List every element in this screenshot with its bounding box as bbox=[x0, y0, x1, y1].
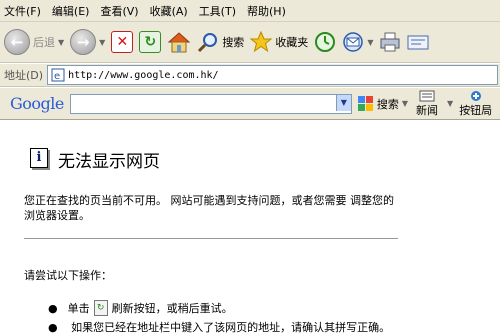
google-toolbar: Google ▼ 搜索 ▼ 新闻 ▼ 按钮局 bbox=[0, 88, 500, 120]
bullet: ● bbox=[48, 301, 58, 315]
page-icon: e bbox=[51, 68, 65, 82]
news-icon bbox=[419, 90, 435, 101]
forward-arrow-icon: → bbox=[70, 29, 97, 55]
google-buttons-button[interactable]: 按钮局 bbox=[459, 90, 492, 118]
address-input[interactable]: e http://www.google.com.hk/ bbox=[47, 65, 498, 85]
google-news-button[interactable]: 新闻 bbox=[416, 90, 438, 118]
menu-bar: 文件(F) 编辑(E) 查看(V) 收藏(A) 工具(T) 帮助(H) bbox=[0, 0, 500, 22]
list-item: ● 单击 ↻ 刷新按钮，或稍后重试。 bbox=[48, 300, 233, 316]
menu-favorites[interactable]: 收藏(A) bbox=[150, 3, 188, 19]
google-search-button[interactable]: 搜索 ▼ bbox=[357, 95, 408, 112]
toolbar: ← 后退 ▼ → ▼ ✕ ↻ 搜索 收藏夹 ▼ bbox=[0, 22, 500, 63]
history-button[interactable] bbox=[314, 31, 336, 53]
google-buttons-label: 按钮局 bbox=[459, 103, 493, 117]
forward-dropdown-icon[interactable]: ▼ bbox=[99, 38, 105, 47]
try-label: 请尝试以下操作： bbox=[24, 269, 112, 282]
menu-edit[interactable]: 编辑(E) bbox=[52, 3, 90, 19]
google-search-input[interactable]: ▼ bbox=[69, 93, 352, 114]
address-url: http://www.google.com.hk/ bbox=[68, 69, 219, 81]
edit-button[interactable] bbox=[407, 31, 429, 53]
refresh-icon: ↻ bbox=[139, 31, 162, 53]
home-icon bbox=[168, 32, 191, 53]
address-bar: 地址(D) e http://www.google.com.hk/ bbox=[0, 64, 500, 87]
star-icon bbox=[250, 31, 273, 53]
address-label: 地址(D) bbox=[4, 69, 44, 82]
mail-button[interactable]: ▼ bbox=[342, 31, 373, 53]
back-label: 后退 bbox=[33, 36, 55, 49]
forward-button[interactable]: → ▼ bbox=[70, 29, 105, 55]
google-search-dropdown-icon[interactable]: ▼ bbox=[335, 94, 351, 111]
error-page: i 无法显示网页 您正在查找的页当前不可用。 网站可能遇到支持问题，或者您需要 … bbox=[0, 121, 500, 334]
refresh-small-icon: ↻ bbox=[93, 300, 108, 316]
home-button[interactable] bbox=[167, 31, 191, 53]
back-arrow-icon: ← bbox=[4, 29, 30, 55]
news-dropdown-icon[interactable]: ▼ bbox=[447, 99, 453, 108]
menu-file[interactable]: 文件(F) bbox=[4, 3, 41, 19]
google-search-label: 搜索 bbox=[376, 97, 399, 111]
menu-help[interactable]: 帮助(H) bbox=[247, 3, 286, 19]
refresh-button[interactable]: ↻ bbox=[139, 31, 162, 53]
google-news-label: 新闻 bbox=[416, 103, 439, 117]
error-description: 您正在查找的页当前不可用。 网站可能遇到支持问题，或者您需要 调整您的浏览器设置… bbox=[24, 194, 394, 222]
back-button[interactable]: ← 后退 ▼ bbox=[4, 29, 64, 55]
stop-button[interactable]: ✕ bbox=[111, 31, 134, 53]
mail-icon bbox=[343, 32, 364, 52]
favorites-label: 收藏夹 bbox=[275, 36, 309, 49]
edit-icon bbox=[407, 35, 429, 50]
favorites-button[interactable]: 收藏夹 bbox=[250, 31, 308, 53]
list-item-suffix: 刷新按钮，或稍后重试。 bbox=[111, 302, 233, 315]
history-icon bbox=[315, 32, 336, 52]
stop-icon: ✕ bbox=[111, 31, 134, 53]
print-button[interactable] bbox=[379, 31, 401, 53]
add-button-icon bbox=[470, 90, 481, 101]
search-icon bbox=[198, 33, 218, 53]
mail-dropdown-icon[interactable]: ▼ bbox=[367, 38, 373, 47]
google-logo[interactable]: Google bbox=[10, 94, 64, 113]
list-item-prefix: 单击 bbox=[67, 302, 90, 315]
google-search-dropdown-arrow-icon[interactable]: ▼ bbox=[402, 99, 408, 108]
info-icon: i bbox=[30, 148, 48, 168]
search-label: 搜索 bbox=[222, 36, 245, 49]
error-title: 无法显示网页 bbox=[58, 152, 160, 172]
printer-icon bbox=[380, 32, 400, 52]
menu-tools[interactable]: 工具(T) bbox=[199, 3, 236, 19]
back-dropdown-icon[interactable]: ▼ bbox=[58, 38, 64, 47]
list-item: ● 如果您已经在地址栏中键入了该网页的地址，请确认其拼写正确。 bbox=[48, 319, 390, 335]
menu-view[interactable]: 查看(V) bbox=[100, 3, 138, 19]
search-button[interactable]: 搜索 bbox=[197, 31, 244, 53]
divider bbox=[24, 238, 398, 239]
google-search-icon bbox=[357, 95, 373, 111]
svg-text:e: e bbox=[54, 71, 60, 82]
